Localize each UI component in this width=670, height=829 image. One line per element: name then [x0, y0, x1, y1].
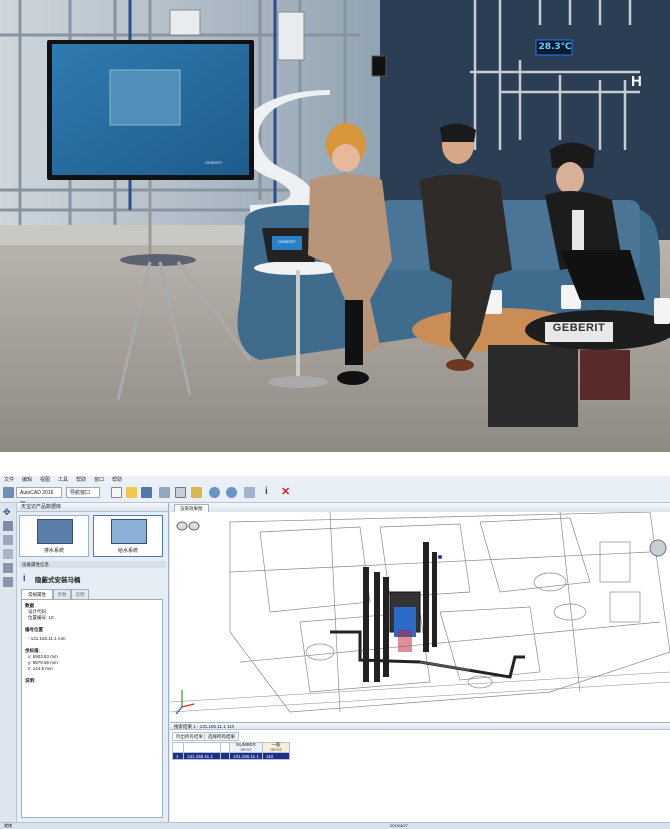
tab-list-all-results[interactable]: 列出所有结果 — [172, 732, 207, 741]
col-header — [183, 742, 221, 753]
drainage-system-tile[interactable]: 排水系统 — [19, 515, 89, 557]
col-header — [220, 742, 230, 753]
spacer — [0, 452, 670, 476]
menu-item-window[interactable]: 窗口 — [90, 476, 108, 484]
menu-item-edit[interactable]: 编辑 — [18, 476, 36, 484]
row-value: 110 — [262, 752, 290, 760]
property-sheet: 数据 设计代码: 位置编号: 10 编号位置 - 131.165.11.1 mm… — [21, 599, 163, 818]
left-tool-strip: ✥ — [0, 503, 17, 828]
stamp-icon[interactable] — [3, 563, 13, 573]
water-supply-image — [111, 519, 147, 544]
notes-header: 说明: — [25, 678, 36, 683]
studio-photo: 28.3℃ H GEBERIT GEBERIT GEBERIT — [0, 0, 670, 452]
row-id: 131.165.11.1 — [183, 752, 221, 760]
floor-plan-drawing — [170, 512, 670, 715]
open-file-icon[interactable] — [126, 487, 137, 498]
main-toolbar: AutoCAD 2016 20 导航窗口 i ✕ — [0, 484, 670, 507]
table-header-row: NUMBER Item2 一般 Item2 — [172, 742, 290, 753]
forward-icon[interactable] — [244, 487, 255, 498]
tile-label: 排水系统 — [43, 548, 64, 554]
menu-item-view[interactable]: 视图 — [36, 476, 54, 484]
search-results-panel: 搜索结果 1 - 131.165.11.1 110 列出所有结果 选择所有结果 … — [170, 722, 670, 823]
new-file-icon[interactable] — [111, 487, 122, 498]
panel-title: 天宝达产品数据库 — [17, 503, 168, 512]
studio-scene — [0, 0, 670, 452]
menu-item-file[interactable]: 文件 — [0, 476, 18, 484]
table-row[interactable]: 1 131.165.11.1 131.165.11.1 110 — [172, 752, 290, 760]
drainage-system-image — [37, 519, 73, 544]
menu-item-tools[interactable]: 工具 — [54, 476, 72, 484]
info-icon: i — [23, 573, 26, 583]
save-icon[interactable] — [141, 487, 152, 498]
status-left: 就绪 — [4, 823, 12, 828]
section-title: 设备属性信息 — [19, 561, 166, 568]
app-icon[interactable] — [3, 487, 14, 498]
cube-icon[interactable] — [3, 521, 13, 531]
menu-item-help[interactable]: 帮助 — [72, 476, 90, 484]
row-spacer — [220, 752, 230, 760]
wall-letter: H — [631, 73, 642, 90]
product-database-panel: 天宝达产品数据库 排水系统 给水系统 设备属性信息 i 隐蔽式安装马桶 常规属性… — [17, 503, 169, 828]
laptop-logo: GEBERIT — [278, 239, 296, 244]
brand-sign: GEBERIT — [552, 322, 606, 334]
close-icon[interactable]: ✕ — [281, 485, 290, 498]
brush-icon[interactable] — [3, 535, 13, 545]
info-icon[interactable]: i — [265, 486, 268, 497]
wrench-icon[interactable] — [3, 577, 13, 587]
pin-icon[interactable] — [3, 549, 13, 559]
print-icon[interactable] — [175, 487, 186, 498]
row-number: 131.165.11.1 — [229, 752, 263, 760]
col-header-general: 一般 Item2 — [262, 742, 290, 753]
col-header-number: NUMBER Item2 — [229, 742, 263, 753]
water-supply-tile[interactable]: 给水系统 — [93, 515, 163, 557]
monitor-logo: GEBERIT — [205, 160, 223, 165]
row-index: 1 — [172, 752, 184, 760]
navigation-window-dropdown[interactable]: 导航窗口 — [66, 487, 100, 498]
3d-viewport[interactable] — [170, 512, 670, 722]
temperature-display: 28.3℃ — [538, 42, 572, 52]
selected-item-title: 隐蔽式安装马桶 — [35, 577, 81, 584]
tab-select-all-results[interactable]: 选择所有结果 — [204, 732, 239, 741]
cad-version-dropdown[interactable]: AutoCAD 2016 20 — [16, 487, 62, 507]
results-table: NUMBER Item2 一般 Item2 1 131.165.11.1 131.1… — [172, 742, 290, 760]
cad-application-window: 文件编辑视图工具帮助窗口帮助 AutoCAD 2016 20 导航窗口 i ✕ … — [0, 476, 670, 829]
rotate-icon[interactable] — [209, 487, 220, 498]
menu-item-help-2[interactable]: 帮助 — [108, 476, 126, 484]
export-icon[interactable] — [191, 487, 202, 498]
col-header — [172, 742, 184, 753]
move-icon[interactable]: ✥ — [3, 507, 13, 517]
layer-icon[interactable] — [159, 487, 170, 498]
status-right: 2019/4/27 — [390, 823, 408, 828]
tile-label: 给水系统 — [117, 548, 138, 554]
results-title: 搜索结果 1 - 131.165.11.1 110 — [170, 723, 670, 730]
refresh-icon[interactable] — [226, 487, 237, 498]
